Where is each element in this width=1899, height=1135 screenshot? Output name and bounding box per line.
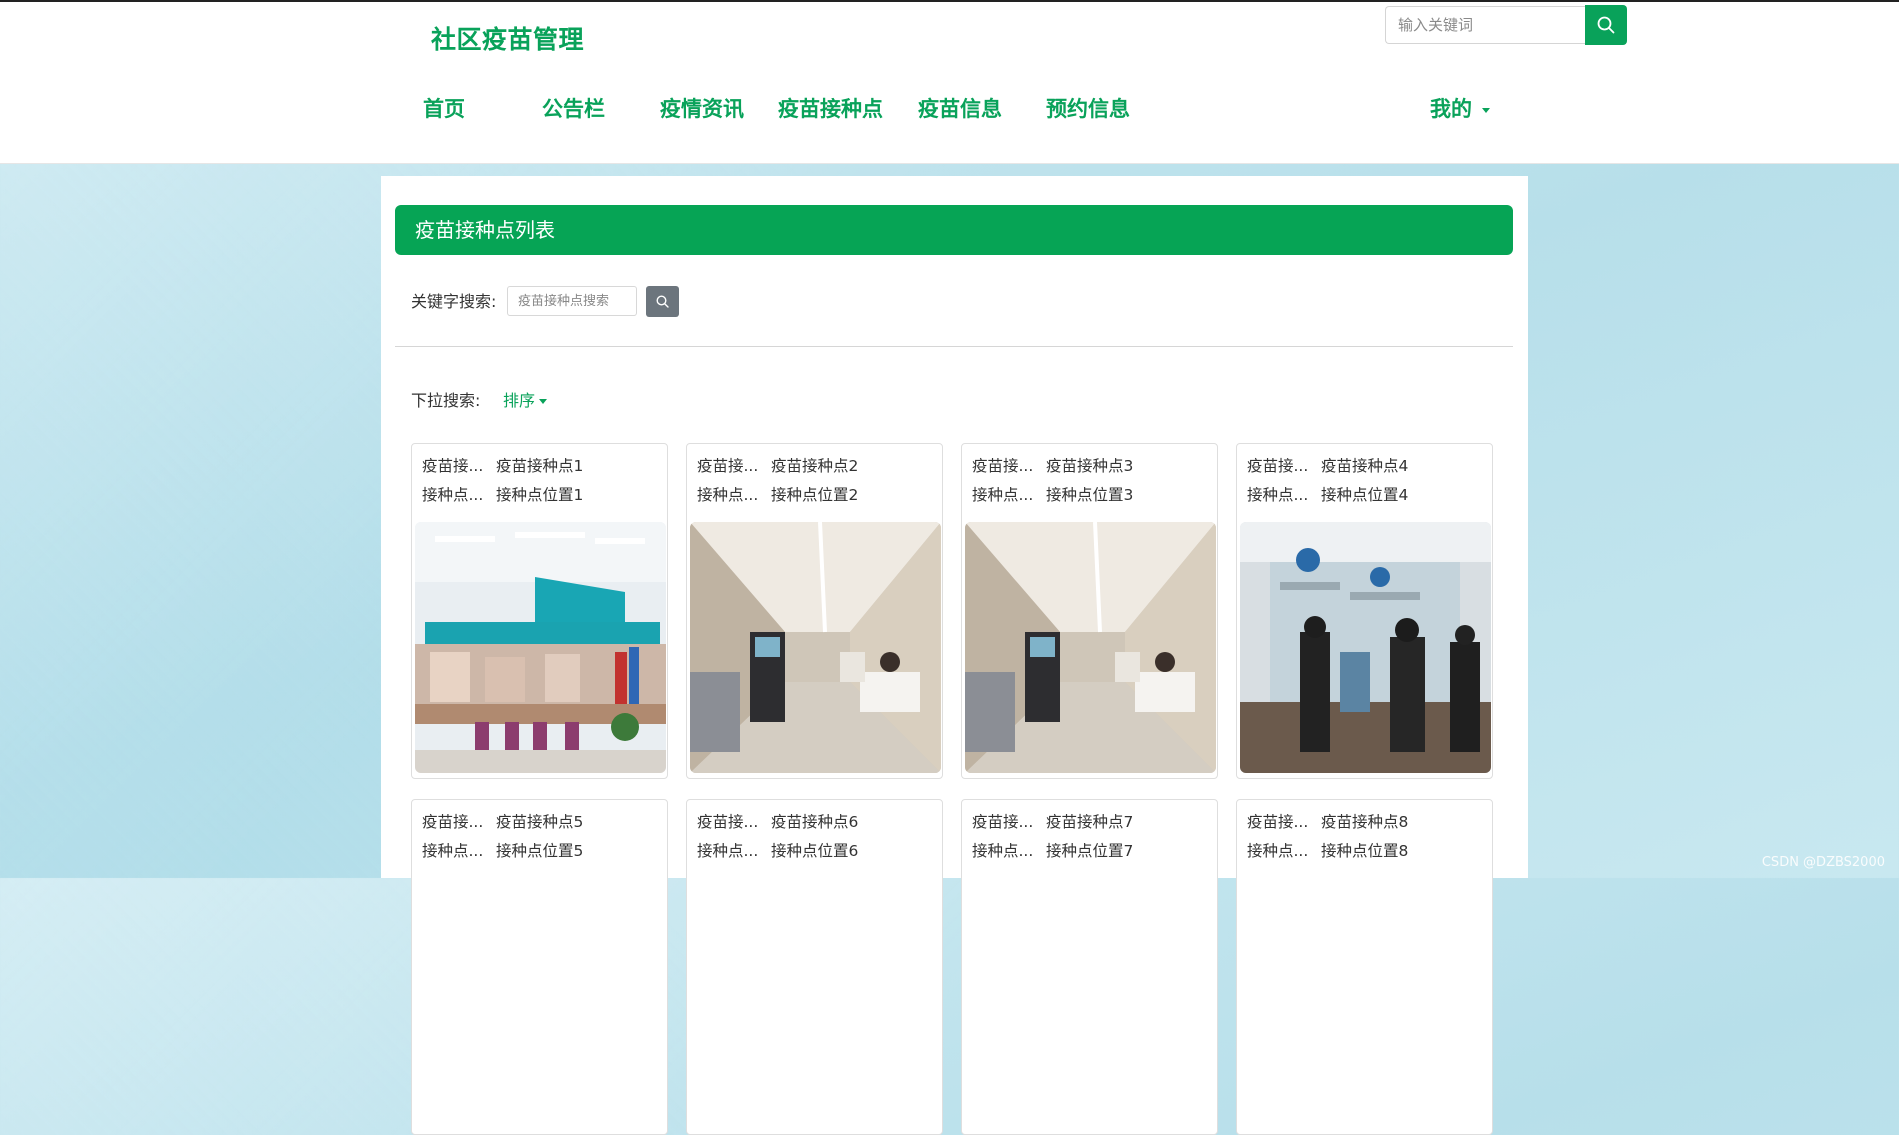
site-photo[interactable] [690,522,941,773]
section-divider [395,346,1513,347]
card-location-row: 接种点... 接种点位置4 [1247,483,1408,505]
card-name-label: 疫苗接... [697,813,759,831]
header-search-button[interactable] [1585,5,1627,45]
card-location-row: 接种点... 接种点位置2 [697,483,858,505]
keyword-search-input[interactable] [507,286,637,316]
card-location-label: 接种点... [972,842,1034,860]
keyword-search-label: 关键字搜索: [411,292,497,311]
site-header: 社区疫苗管理 首页 公告栏 疫情资讯 疫苗接种点 疫苗信息 预约信息 我的 [0,2,1899,164]
card-name-label: 疫苗接... [422,813,484,831]
card-name-value: 疫苗接种点8 [1321,813,1409,831]
chevron-down-icon [1482,107,1490,113]
nav-epidemic-news[interactable]: 疫情资讯 [660,93,744,123]
card-name-value: 疫苗接种点3 [1046,457,1134,475]
search-icon [656,295,669,308]
card-location-row: 接种点... 接种点位置1 [422,483,583,505]
search-icon [1597,16,1615,34]
site-card[interactable]: 疫苗接... 疫苗接种点5 接种点... 接种点位置5 [411,799,668,1135]
keyword-search-button[interactable] [646,286,679,317]
sort-dropdown[interactable]: 排序 [503,387,548,411]
watermark: CSDN @DZBS2000 [1761,855,1885,870]
card-location-label: 接种点... [697,486,759,504]
card-location-value: 接种点位置8 [1321,842,1409,860]
card-location-row: 接种点... 接种点位置7 [972,839,1133,861]
card-name-label: 疫苗接... [422,457,484,475]
card-location-label: 接种点... [422,842,484,860]
card-name-label: 疫苗接... [1247,813,1309,831]
nav-vaccine-info[interactable]: 疫苗信息 [918,93,1002,123]
site-card[interactable]: 疫苗接... 疫苗接种点2 接种点... 接种点位置2 [686,443,943,779]
card-name-row: 疫苗接... 疫苗接种点7 [972,810,1133,832]
card-name-value: 疫苗接种点1 [496,457,584,475]
card-name-label: 疫苗接... [972,813,1034,831]
account-menu-label: 我的 [1430,97,1472,121]
site-photo[interactable] [1240,522,1491,773]
site-card[interactable]: 疫苗接... 疫苗接种点6 接种点... 接种点位置6 [686,799,943,1135]
card-location-row: 接种点... 接种点位置5 [422,839,583,861]
header-search [1385,5,1627,46]
chevron-down-icon [539,399,548,404]
card-name-row: 疫苗接... 疫苗接种点1 [422,454,583,476]
card-location-label: 接种点... [697,842,759,860]
nav-home[interactable]: 首页 [423,93,465,123]
card-location-value: 接种点位置4 [1321,486,1409,504]
card-location-row: 接种点... 接种点位置8 [1247,839,1408,861]
card-name-value: 疫苗接种点4 [1321,457,1409,475]
card-location-value: 接种点位置3 [1046,486,1134,504]
card-location-label: 接种点... [1247,842,1309,860]
nav-vaccination-sites[interactable]: 疫苗接种点 [778,93,883,123]
card-location-value: 接种点位置6 [771,842,859,860]
content-panel: 疫苗接种点列表 关键字搜索: 下拉搜索: 排序 疫苗接... 疫苗接种点1 接种点… [381,176,1528,1135]
panel-title: 疫苗接种点列表 [395,205,1513,255]
card-name-row: 疫苗接... 疫苗接种点6 [697,810,858,832]
card-location-value: 接种点位置7 [1046,842,1134,860]
card-location-row: 接种点... 接种点位置6 [697,839,858,861]
site-photo[interactable] [415,522,666,773]
site-card[interactable]: 疫苗接... 疫苗接种点1 接种点... 接种点位置1 [411,443,668,779]
card-name-row: 疫苗接... 疫苗接种点4 [1247,454,1408,476]
site-logo[interactable]: 社区疫苗管理 [431,20,584,56]
card-location-value: 接种点位置1 [496,486,584,504]
site-card[interactable]: 疫苗接... 疫苗接种点7 接种点... 接种点位置7 [961,799,1218,1135]
card-name-value: 疫苗接种点7 [1046,813,1134,831]
site-card[interactable]: 疫苗接... 疫苗接种点8 接种点... 接种点位置8 [1236,799,1493,1135]
nav-bulletin[interactable]: 公告栏 [542,93,605,123]
card-name-value: 疫苗接种点5 [496,813,584,831]
card-location-value: 接种点位置5 [496,842,584,860]
site-card[interactable]: 疫苗接... 疫苗接种点4 接种点... 接种点位置4 [1236,443,1493,779]
header-search-input[interactable] [1385,6,1585,44]
card-name-value: 疫苗接种点6 [771,813,859,831]
site-photo[interactable] [965,522,1216,773]
card-name-label: 疫苗接... [1247,457,1309,475]
nav-account-menu[interactable]: 我的 [1430,93,1490,123]
sort-dropdown-label: 排序 [503,391,536,410]
card-name-label: 疫苗接... [972,457,1034,475]
nav-appointments[interactable]: 预约信息 [1046,93,1130,123]
card-name-label: 疫苗接... [697,457,759,475]
card-name-row: 疫苗接... 疫苗接种点8 [1247,810,1408,832]
card-name-value: 疫苗接种点2 [771,457,859,475]
card-name-row: 疫苗接... 疫苗接种点5 [422,810,583,832]
dropdown-search-label: 下拉搜索: [411,391,481,410]
card-location-row: 接种点... 接种点位置3 [972,483,1133,505]
card-location-label: 接种点... [1247,486,1309,504]
site-card[interactable]: 疫苗接... 疫苗接种点3 接种点... 接种点位置3 [961,443,1218,779]
card-name-row: 疫苗接... 疫苗接种点2 [697,454,858,476]
card-location-label: 接种点... [972,486,1034,504]
card-name-row: 疫苗接... 疫苗接种点3 [972,454,1133,476]
card-location-value: 接种点位置2 [771,486,859,504]
card-location-label: 接种点... [422,486,484,504]
